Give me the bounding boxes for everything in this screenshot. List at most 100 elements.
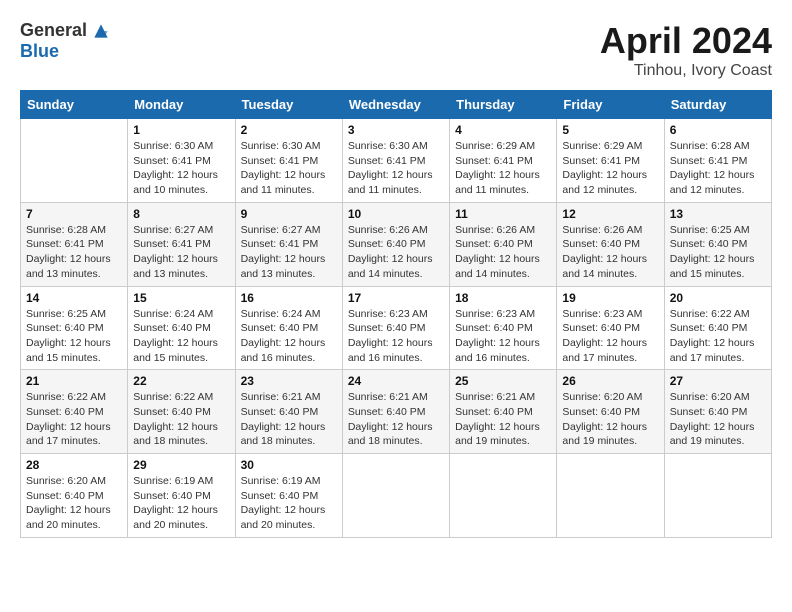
day-number: 15 [133, 291, 229, 305]
calendar-cell: 25Sunrise: 6:21 AM Sunset: 6:40 PM Dayli… [450, 370, 557, 454]
logo-icon [91, 21, 111, 41]
day-info: Sunrise: 6:26 AM Sunset: 6:40 PM Dayligh… [455, 223, 551, 282]
day-number: 29 [133, 458, 229, 472]
calendar-header-row: SundayMondayTuesdayWednesdayThursdayFrid… [21, 91, 772, 119]
day-info: Sunrise: 6:24 AM Sunset: 6:40 PM Dayligh… [241, 307, 337, 366]
calendar-cell: 27Sunrise: 6:20 AM Sunset: 6:40 PM Dayli… [664, 370, 771, 454]
day-info: Sunrise: 6:27 AM Sunset: 6:41 PM Dayligh… [133, 223, 229, 282]
day-number: 5 [562, 123, 658, 137]
day-number: 24 [348, 374, 444, 388]
calendar-cell [557, 454, 664, 538]
page-header: General Blue April 2024 Tinhou, Ivory Co… [20, 20, 772, 80]
day-info: Sunrise: 6:23 AM Sunset: 6:40 PM Dayligh… [455, 307, 551, 366]
week-row-3: 21Sunrise: 6:22 AM Sunset: 6:40 PM Dayli… [21, 370, 772, 454]
calendar-cell: 28 Sunrise: 6:20 AM Sunset: 6:40 PM Dayli… [21, 454, 128, 538]
calendar-cell: 10 Sunrise: 6:26 AM Sunset: 6:40 PM Dayli… [342, 202, 449, 286]
calendar-cell: 24Sunrise: 6:21 AM Sunset: 6:40 PM Dayli… [342, 370, 449, 454]
day-info: Sunrise: 6:19 AM Sunset: 6:40 PM Dayligh… [241, 474, 337, 533]
day-number: 4 [455, 123, 551, 137]
day-info: Sunrise: 6:26 AM Sunset: 6:40 PM Dayligh… [348, 223, 444, 282]
day-info: Sunrise: 6:25 AM Sunset: 6:40 PM Dayligh… [26, 307, 122, 366]
day-number: 10 [348, 207, 444, 221]
calendar-cell: 19 Sunrise: 6:23 AM Sunset: 6:40 PM Dayli… [557, 286, 664, 370]
day-number: 23 [241, 374, 337, 388]
calendar-cell: 9 Sunrise: 6:27 AM Sunset: 6:41 PM Daylig… [235, 202, 342, 286]
week-row-4: 28 Sunrise: 6:20 AM Sunset: 6:40 PM Dayli… [21, 454, 772, 538]
header-sunday: Sunday [21, 91, 128, 119]
header-friday: Friday [557, 91, 664, 119]
day-info: Sunrise: 6:22 AM Sunset: 6:40 PM Dayligh… [26, 390, 122, 449]
calendar-cell: 8 Sunrise: 6:27 AM Sunset: 6:41 PM Daylig… [128, 202, 235, 286]
calendar-cell: 21Sunrise: 6:22 AM Sunset: 6:40 PM Dayli… [21, 370, 128, 454]
title-block: April 2024 Tinhou, Ivory Coast [600, 20, 772, 80]
day-number: 17 [348, 291, 444, 305]
calendar-cell: 26 Sunrise: 6:20 AM Sunset: 6:40 PM Dayli… [557, 370, 664, 454]
day-info: Sunrise: 6:29 AM Sunset: 6:41 PM Dayligh… [562, 139, 658, 198]
day-info: Sunrise: 6:28 AM Sunset: 6:41 PM Dayligh… [670, 139, 766, 198]
day-number: 18 [455, 291, 551, 305]
day-number: 22 [133, 374, 229, 388]
day-info: Sunrise: 6:22 AM Sunset: 6:40 PM Dayligh… [670, 307, 766, 366]
day-number: 28 [26, 458, 122, 472]
calendar-cell: 23 Sunrise: 6:21 AM Sunset: 6:40 PM Dayli… [235, 370, 342, 454]
header-saturday: Saturday [664, 91, 771, 119]
day-info: Sunrise: 6:26 AM Sunset: 6:40 PM Dayligh… [562, 223, 658, 282]
calendar-table: SundayMondayTuesdayWednesdayThursdayFrid… [20, 90, 772, 538]
calendar-cell: 30 Sunrise: 6:19 AM Sunset: 6:40 PM Dayli… [235, 454, 342, 538]
calendar-cell: 22Sunrise: 6:22 AM Sunset: 6:40 PM Dayli… [128, 370, 235, 454]
day-info: Sunrise: 6:20 AM Sunset: 6:40 PM Dayligh… [26, 474, 122, 533]
day-number: 14 [26, 291, 122, 305]
calendar-cell: 15Sunrise: 6:24 AM Sunset: 6:40 PM Dayli… [128, 286, 235, 370]
week-row-1: 7 Sunrise: 6:28 AM Sunset: 6:41 PM Daylig… [21, 202, 772, 286]
day-number: 2 [241, 123, 337, 137]
week-row-2: 14 Sunrise: 6:25 AM Sunset: 6:40 PM Dayli… [21, 286, 772, 370]
day-number: 1 [133, 123, 229, 137]
week-row-0: 1Sunrise: 6:30 AM Sunset: 6:41 PM Daylig… [21, 119, 772, 203]
calendar-cell: 3Sunrise: 6:30 AM Sunset: 6:41 PM Daylig… [342, 119, 449, 203]
day-number: 8 [133, 207, 229, 221]
day-info: Sunrise: 6:28 AM Sunset: 6:41 PM Dayligh… [26, 223, 122, 282]
calendar-cell [21, 119, 128, 203]
calendar-cell: 1Sunrise: 6:30 AM Sunset: 6:41 PM Daylig… [128, 119, 235, 203]
day-number: 3 [348, 123, 444, 137]
calendar-cell: 20Sunrise: 6:22 AM Sunset: 6:40 PM Dayli… [664, 286, 771, 370]
logo-blue-text: Blue [20, 41, 59, 62]
day-number: 7 [26, 207, 122, 221]
calendar-cell: 18 Sunrise: 6:23 AM Sunset: 6:40 PM Dayli… [450, 286, 557, 370]
day-number: 6 [670, 123, 766, 137]
day-number: 16 [241, 291, 337, 305]
calendar-cell: 14 Sunrise: 6:25 AM Sunset: 6:40 PM Dayli… [21, 286, 128, 370]
header-wednesday: Wednesday [342, 91, 449, 119]
day-info: Sunrise: 6:20 AM Sunset: 6:40 PM Dayligh… [562, 390, 658, 449]
day-info: Sunrise: 6:21 AM Sunset: 6:40 PM Dayligh… [241, 390, 337, 449]
calendar-cell [342, 454, 449, 538]
day-number: 19 [562, 291, 658, 305]
month-title: April 2024 [600, 20, 772, 62]
day-number: 9 [241, 207, 337, 221]
calendar-cell: 2Sunrise: 6:30 AM Sunset: 6:41 PM Daylig… [235, 119, 342, 203]
day-info: Sunrise: 6:23 AM Sunset: 6:40 PM Dayligh… [562, 307, 658, 366]
calendar-cell: 11 Sunrise: 6:26 AM Sunset: 6:40 PM Dayli… [450, 202, 557, 286]
day-number: 11 [455, 207, 551, 221]
day-info: Sunrise: 6:21 AM Sunset: 6:40 PM Dayligh… [455, 390, 551, 449]
calendar-cell: 5 Sunrise: 6:29 AM Sunset: 6:41 PM Daylig… [557, 119, 664, 203]
day-info: Sunrise: 6:25 AM Sunset: 6:40 PM Dayligh… [670, 223, 766, 282]
day-number: 12 [562, 207, 658, 221]
calendar-cell: 13 Sunrise: 6:25 AM Sunset: 6:40 PM Dayli… [664, 202, 771, 286]
calendar-cell [450, 454, 557, 538]
day-info: Sunrise: 6:19 AM Sunset: 6:40 PM Dayligh… [133, 474, 229, 533]
calendar-cell: 4Sunrise: 6:29 AM Sunset: 6:41 PM Daylig… [450, 119, 557, 203]
day-info: Sunrise: 6:23 AM Sunset: 6:40 PM Dayligh… [348, 307, 444, 366]
calendar-cell: 12 Sunrise: 6:26 AM Sunset: 6:40 PM Dayli… [557, 202, 664, 286]
day-number: 13 [670, 207, 766, 221]
calendar-cell: 29 Sunrise: 6:19 AM Sunset: 6:40 PM Dayli… [128, 454, 235, 538]
logo: General Blue [20, 20, 111, 62]
calendar-cell: 6 Sunrise: 6:28 AM Sunset: 6:41 PM Daylig… [664, 119, 771, 203]
day-number: 30 [241, 458, 337, 472]
calendar-cell: 7 Sunrise: 6:28 AM Sunset: 6:41 PM Daylig… [21, 202, 128, 286]
day-info: Sunrise: 6:20 AM Sunset: 6:40 PM Dayligh… [670, 390, 766, 449]
location-subtitle: Tinhou, Ivory Coast [600, 62, 772, 80]
calendar-cell: 16 Sunrise: 6:24 AM Sunset: 6:40 PM Dayli… [235, 286, 342, 370]
day-number: 26 [562, 374, 658, 388]
day-info: Sunrise: 6:27 AM Sunset: 6:41 PM Dayligh… [241, 223, 337, 282]
